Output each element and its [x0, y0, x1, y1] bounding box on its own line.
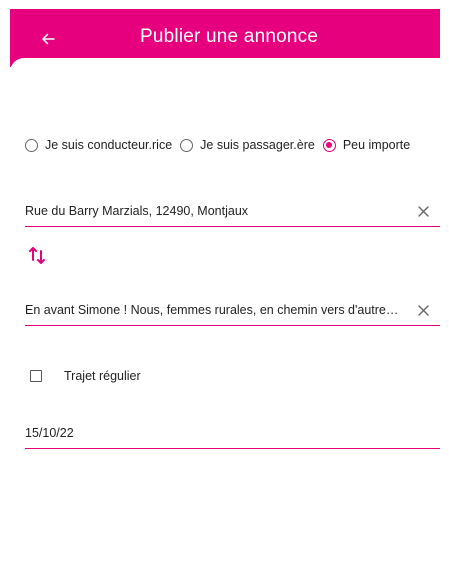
arrival-value[interactable]: En avant Simone ! Nous, femmes rurales, …: [25, 303, 414, 317]
radio-passenger[interactable]: Je suis passager.ère: [180, 138, 315, 152]
arrival-clear-button[interactable]: [414, 301, 432, 319]
close-icon: [417, 205, 429, 217]
radio-any-label: Peu importe: [342, 138, 411, 152]
date-value[interactable]: 15/10/22: [25, 426, 440, 440]
regular-trip-checkbox-box[interactable]: [30, 370, 42, 382]
swap-vertical-icon: [29, 247, 45, 264]
departure-value[interactable]: Rue du Barry Marzials, 12490, Montjaux: [25, 204, 414, 218]
publish-ad-page: Publier une annonce Je suis conducteur.r…: [0, 0, 449, 565]
radio-any-circle[interactable]: [322, 138, 336, 152]
app-bar-curve: [10, 58, 440, 72]
radio-driver[interactable]: Je suis conducteur.rice: [25, 138, 172, 152]
back-button[interactable]: [34, 25, 62, 53]
swap-button[interactable]: [28, 244, 50, 266]
close-icon: [417, 304, 429, 316]
radio-passenger-label: Je suis passager.ère: [200, 138, 315, 152]
arrival-field[interactable]: En avant Simone ! Nous, femmes rurales, …: [25, 295, 440, 326]
regular-trip-label: Trajet régulier: [64, 369, 141, 383]
departure-clear-button[interactable]: [414, 202, 432, 220]
page-title: Publier une annonce: [140, 26, 319, 47]
radio-driver-circle[interactable]: [25, 138, 38, 152]
departure-field[interactable]: Rue du Barry Marzials, 12490, Montjaux: [25, 196, 440, 227]
radio-any[interactable]: Peu importe: [322, 138, 411, 152]
date-field[interactable]: 15/10/22: [25, 418, 440, 449]
regular-trip-checkbox[interactable]: Trajet régulier: [30, 369, 141, 383]
radio-passenger-circle[interactable]: [180, 138, 194, 152]
arrow-left-icon: [42, 33, 55, 45]
radio-driver-label: Je suis conducteur.rice: [45, 138, 173, 152]
role-radio-group: Je suis conducteur.rice Je suis passager…: [25, 136, 418, 154]
